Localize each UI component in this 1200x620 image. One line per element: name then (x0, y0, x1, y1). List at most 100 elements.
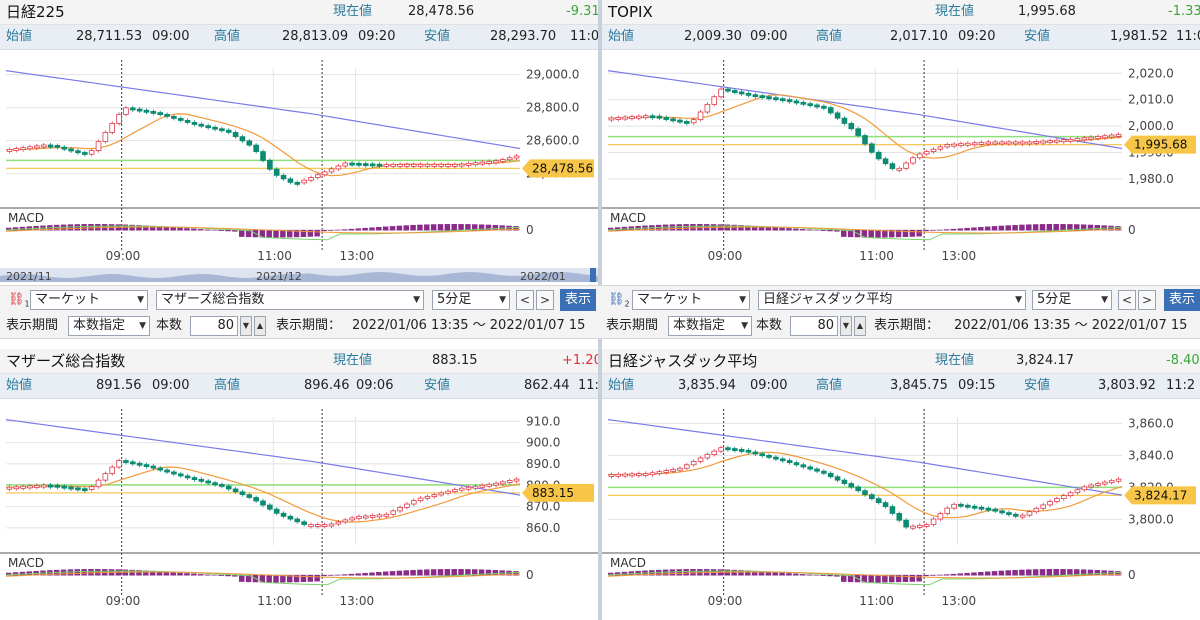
candlestick (143, 464, 150, 468)
candlestick (800, 464, 807, 468)
macd-histogram-bar (334, 574, 341, 576)
candlestick (896, 513, 903, 521)
show-button[interactable]: 表示 (1164, 289, 1200, 311)
time-tick-label: 09:00 (106, 594, 141, 608)
range-value: 2022/01/06 13:35 ～ 2022/01/07 15 (352, 318, 586, 333)
link-chain-icon[interactable]: ⛓1 (8, 290, 30, 315)
prev-button[interactable]: < (516, 290, 534, 310)
candlestick (958, 143, 964, 147)
prev-button[interactable]: < (1118, 290, 1136, 310)
candlestick (793, 100, 800, 104)
macd-histogram-bar (1060, 224, 1066, 231)
time-tick-label: 09:00 (708, 249, 743, 263)
candlestick (1012, 513, 1019, 517)
price-tick-label: 3,860.0 (1128, 416, 1174, 430)
period-mode-select[interactable]: 本数指定 ▼ (68, 316, 150, 336)
time-tick-label: 13:00 (942, 594, 977, 608)
next-button[interactable]: > (1138, 290, 1156, 310)
candlestick-chart[interactable]: 910.0900.0890.0880.0870.0860.0883.15MACD… (0, 399, 598, 620)
index-title: 日経ジャスダック平均 (608, 352, 758, 370)
candlestick (738, 91, 745, 95)
candlestick (273, 168, 280, 176)
candlestick (315, 524, 321, 527)
candlestick (75, 487, 81, 491)
candlestick (649, 115, 656, 119)
index-select[interactable]: マザーズ総合指数 ▼ (156, 290, 424, 310)
current-price-tag: 1,995.68 (1124, 135, 1196, 154)
candlestick (663, 117, 670, 120)
macd-histogram-bar (485, 569, 492, 576)
navigator-date-label: 2021/11 (6, 270, 52, 282)
candlestick (951, 503, 957, 509)
time-tick-label: 13:00 (340, 594, 375, 608)
interval-select[interactable]: 5分足 ▼ (1032, 290, 1112, 310)
price-tick-label: 1,980.0 (1128, 172, 1174, 186)
macd-histogram-bar (916, 575, 922, 582)
quote-header: 日経225 現在値 28,478.56 -9.31 (0, 0, 598, 25)
macd-histogram-bar (793, 228, 799, 231)
candlestick (232, 132, 239, 138)
candlestick (342, 519, 349, 523)
candlestick (253, 497, 259, 502)
next-button[interactable]: > (536, 290, 554, 310)
link-chain-icon[interactable]: ⛓2 (608, 290, 630, 315)
count-decrement[interactable]: ▼ (240, 316, 252, 336)
candlestick (390, 510, 397, 515)
candlestick (807, 466, 813, 470)
interval-select[interactable]: 5分足 ▼ (432, 290, 510, 310)
navigator-date-label: 2022/01 (520, 270, 566, 282)
macd-label: MACD (610, 211, 646, 225)
show-button[interactable]: 表示 (560, 289, 597, 311)
ohl-row: 始値 3,835.94 09:00 高値 3,845.75 09:15 安値 3… (602, 374, 1200, 399)
candlestick (308, 177, 314, 181)
macd-histogram-bar (417, 569, 423, 576)
candlestick-chart[interactable]: 2,020.02,010.02,000.01,990.01,980.01,995… (602, 50, 1200, 282)
market-select[interactable]: マーケット ▼ (632, 290, 750, 310)
count-decrement[interactable]: ▼ (840, 316, 852, 336)
candlestick (40, 484, 47, 488)
candlestick (198, 123, 205, 127)
macd-histogram-bar (444, 224, 451, 231)
candlestick (75, 150, 81, 154)
index-select[interactable]: 日経ジャスダック平均 ▼ (758, 290, 1026, 310)
open-label: 始値 (6, 378, 33, 393)
candlestick (102, 132, 109, 142)
candlestick (704, 454, 711, 459)
candlestick (677, 119, 683, 123)
count-input[interactable]: 80 (790, 316, 838, 336)
macd-histogram-bar (793, 573, 799, 576)
count-increment[interactable]: ▲ (854, 316, 866, 336)
candlestick (677, 467, 683, 471)
macd-histogram-bar (806, 574, 813, 576)
macd-histogram-bar (936, 229, 943, 231)
candlestick (663, 470, 670, 473)
candlestick (841, 479, 848, 484)
period-mode-select[interactable]: 本数指定 ▼ (668, 316, 752, 336)
macd-histogram-bar (424, 224, 430, 231)
macd-zero-tick: 0 (526, 223, 534, 237)
candlestick (923, 151, 930, 155)
current-price-tag-label: 3,824.17 (1134, 488, 1187, 502)
count-input[interactable]: 80 (190, 316, 238, 336)
candlestick (369, 163, 376, 167)
market-select[interactable]: マーケット ▼ (30, 290, 148, 310)
candlestick (992, 508, 999, 512)
current-price-tag: 3,824.17 (1124, 486, 1196, 505)
candlestick (116, 113, 122, 124)
macd-label: MACD (8, 211, 44, 225)
candlestick (472, 162, 479, 166)
candlestick (636, 473, 642, 477)
candlestick (629, 116, 635, 120)
candlestick-chart[interactable]: 29,000.028,800.028,600.028,400.028,478.5… (0, 50, 598, 282)
candlestick-chart[interactable]: 3,860.03,840.03,820.03,800.03,824.17MACD… (602, 399, 1200, 620)
candlestick (82, 488, 88, 492)
macd-histogram-bar (1019, 224, 1025, 231)
count-increment[interactable]: ▲ (254, 316, 266, 336)
macd-histogram-bar (820, 230, 826, 231)
candlestick (191, 477, 198, 480)
candlestick (786, 460, 793, 464)
candlestick (376, 514, 383, 518)
candlestick (1040, 140, 1046, 144)
candlestick (930, 518, 937, 525)
candlestick (287, 515, 294, 520)
